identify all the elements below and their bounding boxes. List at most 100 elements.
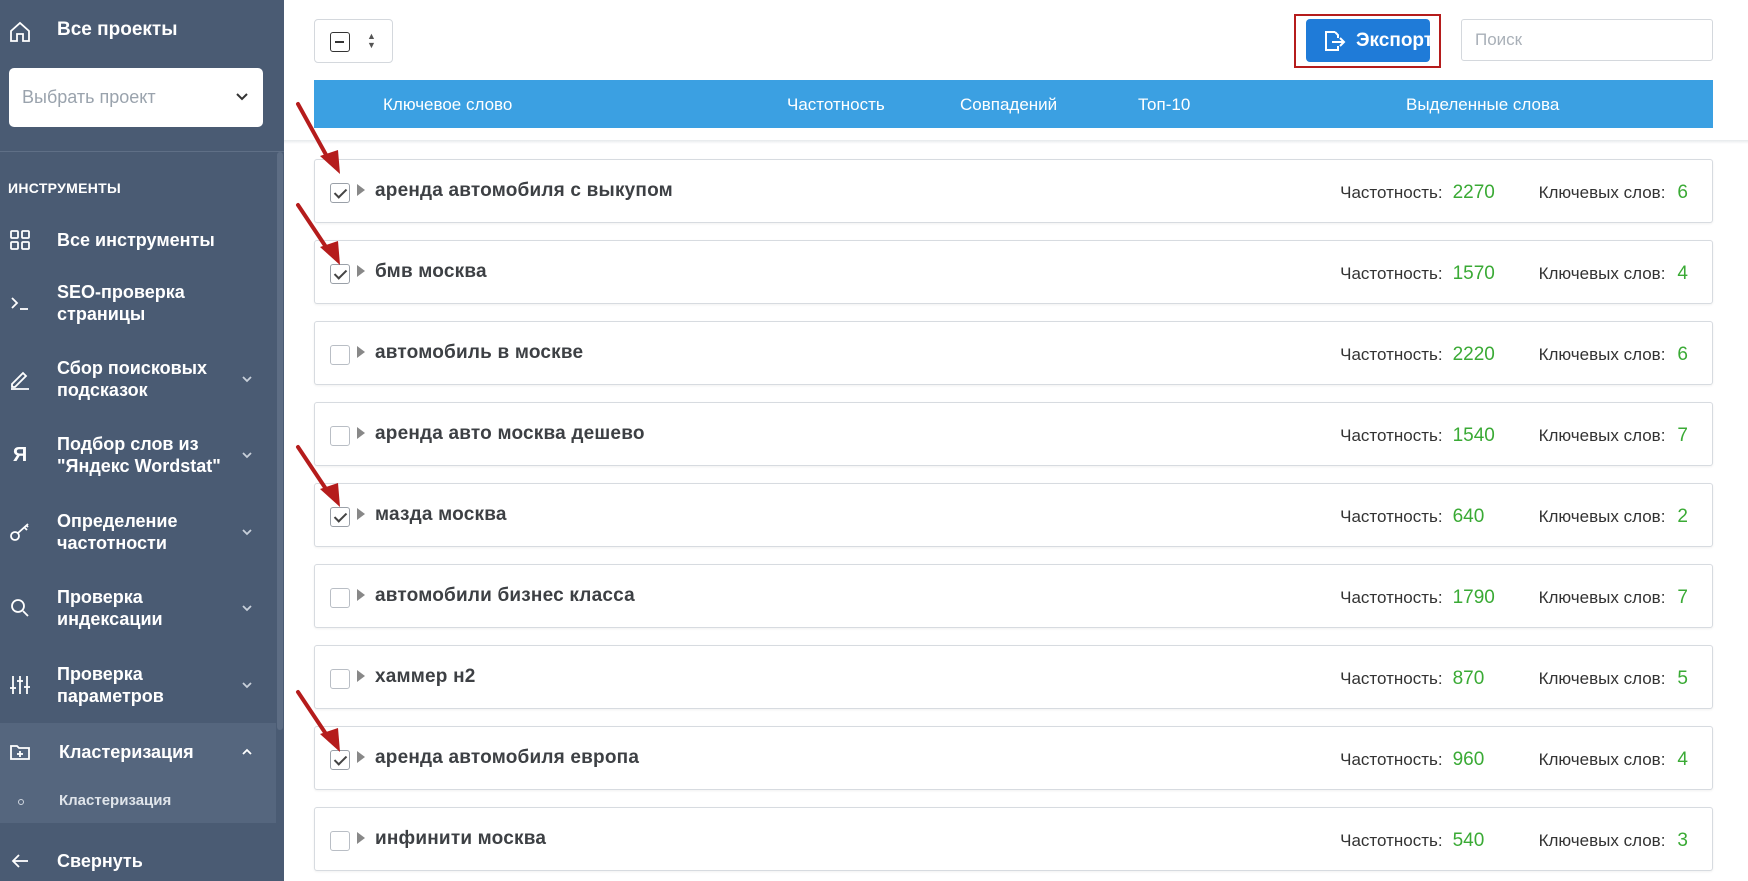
sidebar-item-parameters[interactable]: Проверка параметров bbox=[0, 662, 276, 708]
keywords-count-value: 3 bbox=[1677, 830, 1688, 851]
row-keyword: хаммер н2 bbox=[375, 666, 476, 687]
col-keyword[interactable]: Ключевое слово bbox=[383, 95, 512, 115]
keywords-count-label: Ключевых слов: bbox=[1538, 426, 1666, 445]
table-row[interactable]: автомобиль в москве Частотность: 2220 Кл… bbox=[314, 321, 1713, 385]
keywords-count-value: 7 bbox=[1677, 587, 1688, 608]
chevron-down-icon bbox=[242, 529, 252, 536]
export-button[interactable]: Экспорт bbox=[1306, 19, 1434, 62]
sidebar-item-frequency[interactable]: Определение частотности bbox=[0, 509, 276, 555]
frequency-value: 2270 bbox=[1452, 182, 1495, 203]
table-row[interactable]: инфинити москва Частотность: 540 Ключевы… bbox=[314, 807, 1713, 871]
col-top10[interactable]: Топ-10 bbox=[1138, 95, 1190, 115]
sidebar-subitem-clustering[interactable]: Кластеризация bbox=[0, 790, 276, 814]
sidebar-item-label: Сбор поисковых подсказок bbox=[57, 358, 208, 400]
table-header: Ключевое слово Частотность Совпадений То… bbox=[314, 80, 1713, 128]
frequency-label: Частотность: bbox=[1340, 183, 1443, 202]
row-checkbox[interactable] bbox=[330, 588, 350, 608]
sidebar-item-clustering[interactable]: Кластеризация bbox=[0, 740, 276, 764]
grid-icon bbox=[10, 230, 30, 250]
frequency-value: 1790 bbox=[1452, 587, 1495, 608]
col-highlighted[interactable]: Выделенные слова bbox=[1406, 95, 1559, 115]
sidebar-item-label: Кластеризация bbox=[59, 742, 194, 762]
tools-section-title: ИНСТРУМЕНТЫ bbox=[8, 180, 122, 196]
row-checkbox[interactable] bbox=[330, 345, 350, 365]
table-row[interactable]: мазда москва Частотность: 640 Ключевых с… bbox=[314, 483, 1713, 547]
frequency-value: 1570 bbox=[1452, 263, 1495, 284]
all-projects-link[interactable]: Все проекты bbox=[0, 0, 284, 64]
row-keyword: мазда москва bbox=[375, 504, 507, 525]
export-label: Экспорт bbox=[1356, 29, 1434, 51]
annotation-arrow-icon bbox=[296, 102, 340, 174]
chevron-down-icon bbox=[242, 452, 252, 459]
frequency-value: 1540 bbox=[1452, 425, 1495, 446]
frequency-value: 960 bbox=[1452, 749, 1485, 770]
key-icon bbox=[10, 523, 29, 541]
sidebar: Все проекты Выбрать проект ИНСТРУМЕНТЫ В… bbox=[0, 0, 284, 881]
row-keyword: аренда автомобиля европа bbox=[375, 747, 640, 768]
frequency-label: Частотность: bbox=[1340, 669, 1443, 688]
row-checkbox[interactable] bbox=[330, 183, 350, 203]
row-checkbox[interactable] bbox=[330, 669, 350, 689]
row-keyword: аренда автомобиля с выкупом bbox=[375, 180, 673, 201]
row-stats: Частотность: 640 Ключевых слов: 2 bbox=[1340, 506, 1688, 528]
table-row[interactable]: аренда автомобиля европа Частотность: 96… bbox=[314, 726, 1713, 790]
folder-plus-icon bbox=[10, 745, 30, 760]
keywords-count-value: 4 bbox=[1677, 263, 1688, 284]
expand-triangle-icon[interactable] bbox=[357, 346, 365, 358]
collapse-label: Свернуть bbox=[57, 851, 143, 871]
keywords-count-label: Ключевых слов: bbox=[1538, 750, 1666, 769]
row-checkbox[interactable] bbox=[330, 831, 350, 851]
expand-triangle-icon[interactable] bbox=[357, 670, 365, 682]
row-stats: Частотность: 960 Ключевых слов: 4 bbox=[1340, 749, 1688, 771]
keywords-count-label: Ключевых слов: bbox=[1538, 507, 1666, 526]
keywords-count-value: 5 bbox=[1677, 668, 1688, 689]
search-input[interactable] bbox=[1461, 19, 1713, 61]
frequency-label: Частотность: bbox=[1340, 345, 1443, 364]
sidebar-item-wordstat[interactable]: Я Подбор слов из "Яндекс Wordstat" bbox=[0, 432, 276, 478]
table-row[interactable]: автомобили бизнес класса Частотность: 17… bbox=[314, 564, 1713, 628]
expand-triangle-icon[interactable] bbox=[357, 832, 365, 844]
frequency-value: 2220 bbox=[1452, 344, 1495, 365]
yandex-icon: Я bbox=[12, 444, 28, 466]
table-row[interactable]: бмв москва Частотность: 1570 Ключевых сл… bbox=[314, 240, 1713, 304]
table-row[interactable]: хаммер н2 Частотность: 870 Ключевых слов… bbox=[314, 645, 1713, 709]
expand-triangle-icon[interactable] bbox=[357, 265, 365, 277]
sidebar-collapse-button[interactable]: Свернуть bbox=[0, 849, 276, 873]
row-stats: Частотность: 1540 Ключевых слов: 7 bbox=[1340, 425, 1688, 447]
chevron-down-icon bbox=[242, 682, 252, 689]
sidebar-item-indexing[interactable]: Проверка индексации bbox=[0, 585, 276, 631]
annotation-arrow-icon bbox=[296, 690, 340, 752]
expand-triangle-icon[interactable] bbox=[357, 427, 365, 439]
expand-triangle-icon[interactable] bbox=[357, 184, 365, 196]
table-row[interactable]: аренда авто москва дешево Частотность: 1… bbox=[314, 402, 1713, 466]
keywords-count-label: Ключевых слов: bbox=[1538, 831, 1666, 850]
row-keyword: аренда авто москва дешево bbox=[375, 423, 645, 444]
expand-triangle-icon[interactable] bbox=[357, 751, 365, 763]
row-stats: Частотность: 540 Ключевых слов: 3 bbox=[1340, 830, 1688, 852]
frequency-label: Частотность: bbox=[1340, 426, 1443, 445]
arrow-left-icon bbox=[11, 854, 28, 868]
sidebar-item-all-tools[interactable]: Все инструменты bbox=[0, 228, 276, 252]
col-frequency[interactable]: Частотность bbox=[787, 95, 885, 115]
row-stats: Частотность: 1790 Ключевых слов: 7 bbox=[1340, 587, 1688, 609]
export-icon bbox=[1325, 31, 1346, 51]
expand-triangle-icon[interactable] bbox=[357, 589, 365, 601]
sidebar-item-search-suggestions[interactable]: Сбор поисковых подсказок bbox=[0, 356, 276, 402]
project-select[interactable]: Выбрать проект bbox=[9, 68, 263, 127]
sidebar-item-label: Подбор слов из "Яндекс Wordstat" bbox=[57, 434, 221, 476]
header-shadow bbox=[284, 140, 1748, 144]
sidebar-item-seo-check[interactable]: SEO-проверка страницы bbox=[0, 280, 276, 326]
expand-triangle-icon[interactable] bbox=[357, 508, 365, 520]
sidebar-scrollbar[interactable] bbox=[277, 152, 283, 730]
sidebar-item-label: SEO-проверка страницы bbox=[57, 282, 185, 324]
chevron-up-icon bbox=[242, 748, 252, 755]
all-projects-label: Все проекты bbox=[57, 19, 178, 40]
table-row[interactable]: аренда автомобиля с выкупом Частотность:… bbox=[314, 159, 1713, 223]
keywords-count-value: 6 bbox=[1677, 344, 1688, 365]
frequency-value: 870 bbox=[1452, 668, 1485, 689]
chevron-down-icon bbox=[236, 93, 248, 101]
keywords-count-label: Ключевых слов: bbox=[1538, 588, 1666, 607]
bulk-select-dropdown[interactable]: ▲ ▼ bbox=[314, 19, 393, 63]
col-matches[interactable]: Совпадений bbox=[960, 95, 1057, 115]
frequency-value: 540 bbox=[1452, 830, 1485, 851]
